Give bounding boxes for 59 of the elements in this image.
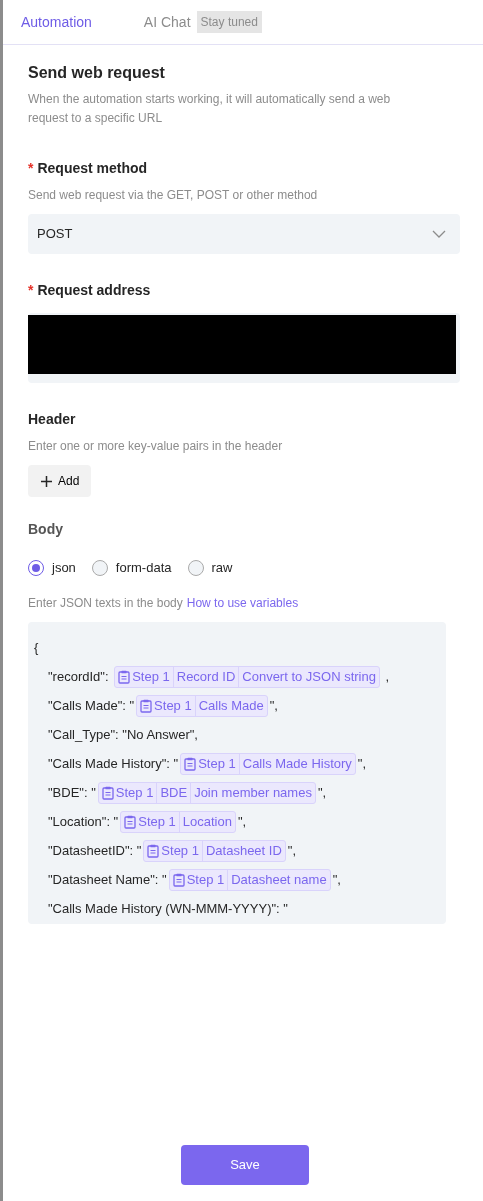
- chevron-down-icon: [432, 230, 446, 239]
- status-tag: Stay tuned: [196, 11, 262, 33]
- field-label: Header: [28, 410, 77, 430]
- field-label: Body: [28, 520, 64, 540]
- required-mark: *: [28, 281, 34, 301]
- code-text: ",: [332, 871, 341, 890]
- clipboard-icon: [124, 815, 137, 830]
- clipboard-icon: [172, 873, 185, 888]
- variable-token[interactable]: Step 1 Calls Made: [136, 695, 268, 718]
- code-text: "Calls Made": ": [48, 697, 135, 716]
- clipboard-icon: [140, 699, 153, 714]
- radio-button[interactable]: [28, 559, 44, 576]
- required-mark: *: [28, 159, 34, 179]
- code-text: "Calls Made History": ": [48, 755, 179, 774]
- field-label: Request method: [37, 159, 148, 179]
- code-text: "BDE": ": [48, 784, 96, 803]
- code-text: ",: [269, 697, 278, 716]
- radio-option[interactable]: raw: [187, 558, 233, 578]
- radio-button[interactable]: [187, 559, 204, 576]
- plus-icon: [40, 474, 53, 488]
- clipboard-icon: [118, 670, 131, 685]
- code-text: {: [34, 639, 39, 658]
- code-text: ",: [287, 842, 297, 861]
- field-hint: Send web request via the GET, POST or other method: [28, 187, 319, 205]
- code-text: "Calls Made History (WN-MMM-YYYY)": ": [48, 900, 288, 919]
- address-field[interactable]: [28, 313, 460, 384]
- field-hint: Enter one or more key-value pairs in the header: [28, 438, 284, 456]
- variable-token[interactable]: Step 1 Calls Made History: [180, 753, 356, 776]
- clipboard-icon: [101, 786, 114, 801]
- help-link[interactable]: How to use variables: [186, 595, 299, 610]
- radio-option[interactable]: json: [28, 558, 76, 578]
- tab[interactable]: Automation: [21, 11, 92, 33]
- radio-option[interactable]: form-data: [91, 558, 172, 578]
- code-text: "Call_Type": "No Answer",: [48, 726, 198, 745]
- radio-button[interactable]: [91, 559, 108, 576]
- code-text: "recordId":: [48, 668, 110, 687]
- field-hint: Enter JSON texts in the body: [28, 595, 183, 610]
- clipboard-icon: [147, 844, 160, 859]
- variable-token[interactable]: Step 1 Datasheet ID: [143, 840, 286, 863]
- code-text: ",: [357, 755, 367, 774]
- variable-token[interactable]: Step 1 Record ID Convert to JSON string: [114, 666, 380, 689]
- code-text: ",: [237, 813, 247, 832]
- code-text: "Location": ": [48, 813, 119, 832]
- section-title: Send web request: [28, 63, 166, 83]
- code-text: "DatasheetID": ": [48, 842, 142, 861]
- body-editor[interactable]: [28, 621, 446, 924]
- tab[interactable]: AI Chat: [143, 11, 191, 33]
- variable-token[interactable]: Step 1 Location: [120, 811, 236, 834]
- variable-token[interactable]: Step 1 Datasheet name: [168, 869, 331, 892]
- method-select[interactable]: POST: [28, 214, 460, 255]
- field-label: Request address: [37, 281, 151, 301]
- code-text: ,: [384, 668, 390, 687]
- code-text: "Datasheet Name": ": [48, 871, 167, 890]
- code-text: ",: [317, 784, 327, 803]
- variable-token[interactable]: Step 1 BDE Join member names: [97, 782, 316, 805]
- add-button[interactable]: Add: [28, 465, 92, 498]
- description: When the automation starts working, it will automatically send a web request to a specific URL: [28, 91, 392, 128]
- clipboard-icon: [184, 757, 197, 772]
- save-button[interactable]: Save: [181, 1145, 309, 1185]
